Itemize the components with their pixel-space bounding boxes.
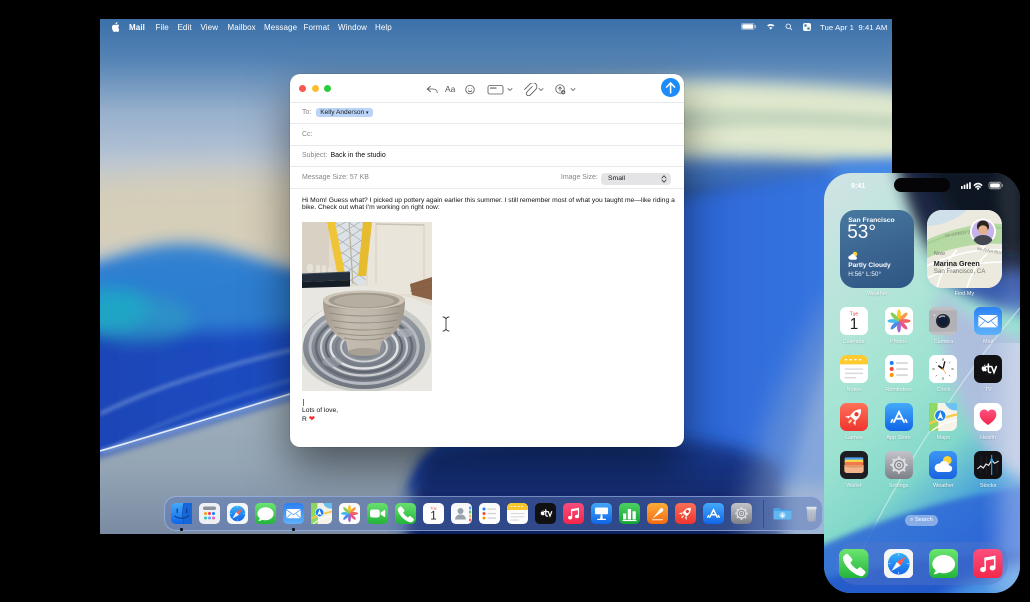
svg-text:Aa: Aa xyxy=(445,84,456,94)
